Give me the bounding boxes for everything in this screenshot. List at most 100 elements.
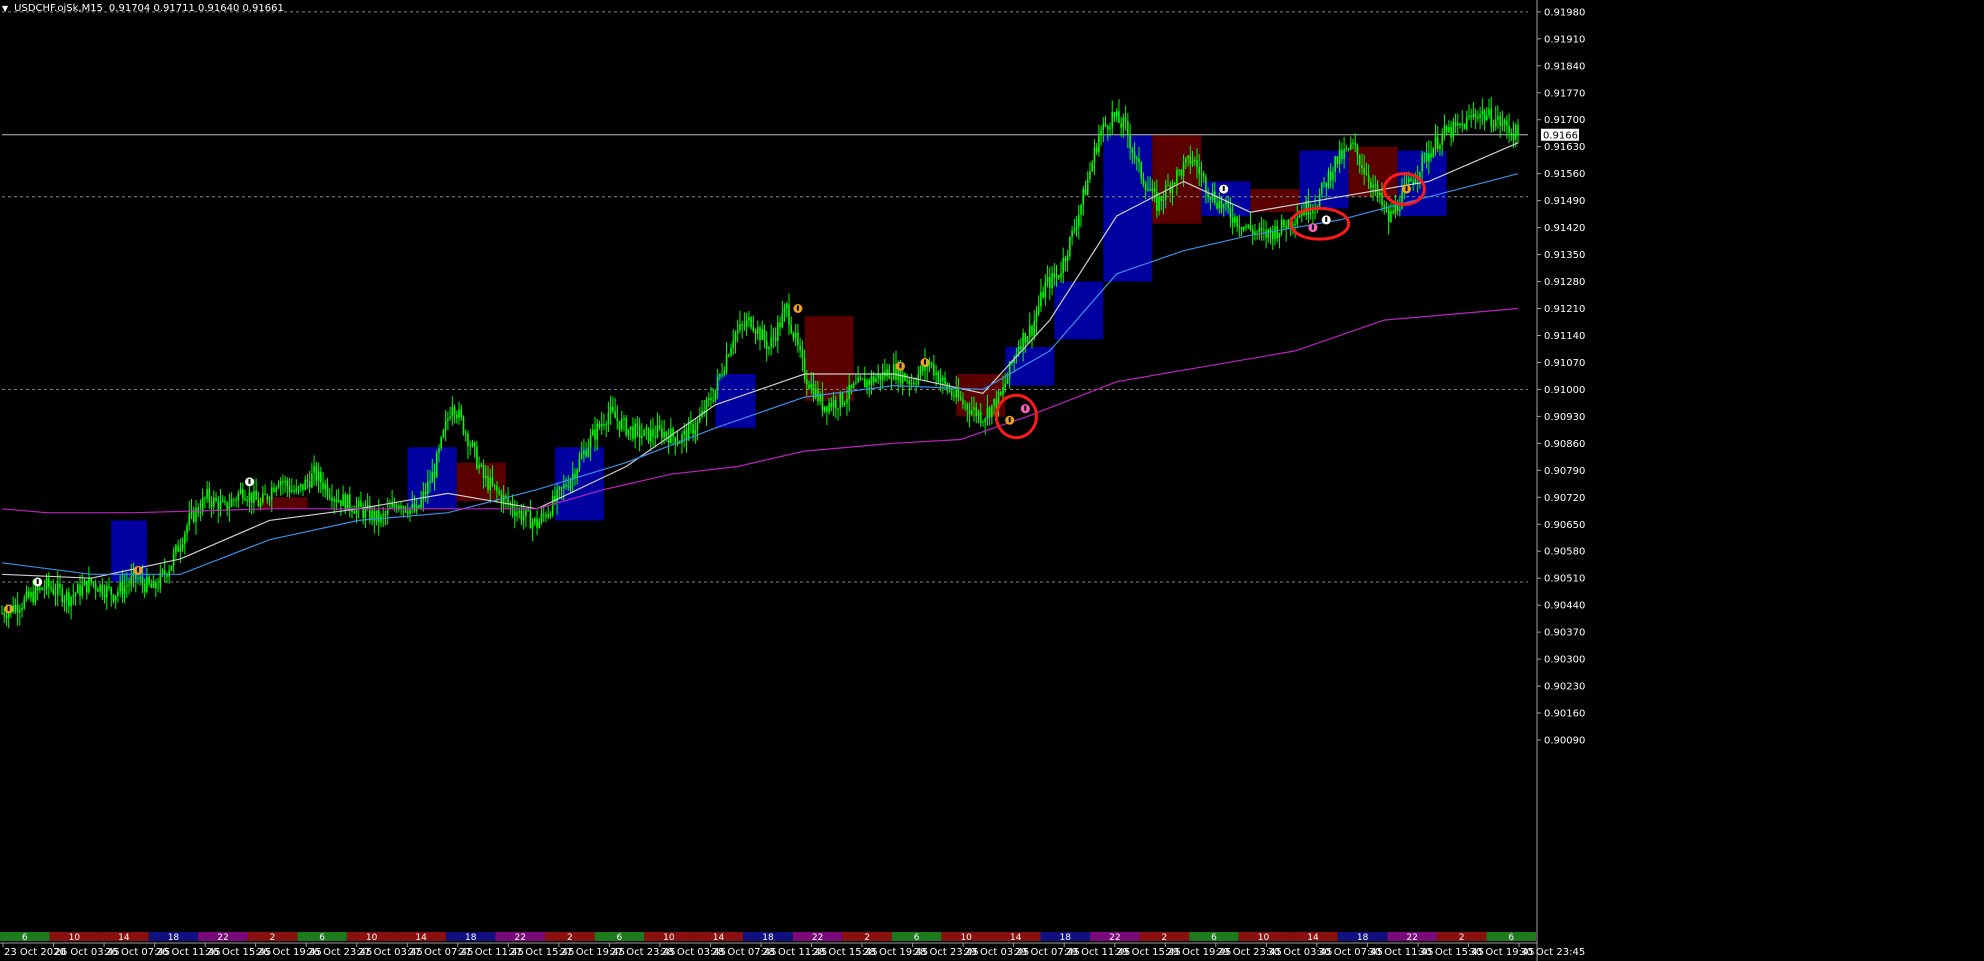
candle — [930, 361, 933, 369]
candle — [1242, 226, 1245, 233]
candle — [357, 496, 360, 519]
candle-body — [1098, 135, 1100, 153]
candle — [1485, 106, 1488, 122]
candle — [284, 475, 286, 493]
candle-body — [612, 406, 614, 412]
hour-label: 22 — [1406, 933, 1417, 943]
candle-body — [933, 363, 935, 376]
candle-body — [1162, 199, 1165, 201]
candle — [157, 577, 159, 593]
candle-body — [534, 518, 536, 522]
candle-body — [50, 587, 52, 590]
candle-body — [155, 581, 157, 589]
candle — [1448, 120, 1450, 134]
candle-body — [707, 397, 710, 400]
candle — [861, 377, 864, 380]
candle — [1497, 105, 1499, 129]
candle-body — [806, 379, 808, 385]
candle-body — [569, 480, 572, 488]
candle — [224, 496, 226, 506]
session-box — [456, 462, 506, 502]
candle-body — [328, 495, 331, 498]
candle-body — [304, 479, 306, 490]
marker-notch — [1405, 186, 1408, 192]
candle-body — [1459, 123, 1461, 126]
hour-label: 10 — [960, 933, 972, 943]
candle-body — [736, 330, 739, 334]
candle — [320, 466, 322, 494]
candle-body — [99, 584, 101, 592]
candle-body — [72, 595, 75, 597]
candle-body — [1367, 174, 1370, 182]
candle-body — [97, 589, 99, 592]
candle — [97, 586, 99, 592]
candle-body — [103, 594, 106, 598]
candle-body — [710, 397, 712, 401]
candle — [652, 417, 654, 447]
marker-notch — [1024, 405, 1027, 411]
candle-body — [794, 332, 797, 338]
candle-body — [429, 481, 431, 483]
candle — [204, 496, 206, 509]
candle — [1269, 226, 1272, 245]
candle — [536, 510, 538, 536]
candle-body — [1263, 229, 1265, 231]
candle — [237, 490, 240, 509]
candle-body — [92, 582, 95, 584]
candle — [1049, 267, 1051, 301]
candle — [888, 363, 891, 379]
price-tick-label: 0.91630 — [1544, 142, 1585, 153]
price-chart[interactable]: 0.91980 0.91910 0.91840 0.91770 0.91700 0.916… — [0, 0, 1984, 961]
candle-body — [121, 581, 124, 595]
candle — [170, 565, 173, 572]
hour-label: 10 — [1258, 933, 1270, 943]
candle-body — [348, 494, 351, 509]
candle — [375, 510, 378, 526]
hour-label: 2 — [1162, 933, 1168, 943]
candle — [210, 496, 213, 518]
candle-body — [1040, 291, 1042, 307]
candle-body — [587, 448, 590, 457]
candle-body — [1082, 189, 1085, 205]
candle-body — [179, 548, 182, 552]
candle-body — [1363, 167, 1365, 174]
candle — [732, 329, 735, 355]
candles — [1, 96, 1519, 629]
candle-body — [210, 501, 213, 507]
candle-body — [1274, 226, 1276, 240]
candle-body — [382, 514, 385, 516]
hour-label: 18 — [168, 933, 180, 943]
candle-body — [1488, 108, 1490, 116]
candle — [627, 428, 630, 440]
candle-body — [663, 431, 665, 438]
candle-body — [1153, 188, 1156, 192]
candle — [777, 315, 779, 353]
candle-body — [618, 420, 621, 430]
candle — [449, 406, 451, 421]
candle — [667, 428, 670, 455]
candle-body — [1390, 211, 1392, 222]
session-box — [715, 374, 756, 428]
candle-body — [1182, 162, 1185, 176]
candle-body — [268, 499, 271, 501]
candle-body — [208, 489, 211, 502]
candle-body — [1327, 171, 1330, 188]
candle — [1064, 255, 1067, 272]
candle — [781, 300, 784, 329]
candle — [348, 486, 351, 518]
candle — [1454, 113, 1457, 134]
candle-body — [1187, 155, 1189, 159]
candle-body — [1283, 219, 1285, 227]
hour-label: 6 — [1508, 933, 1514, 943]
hour-label: 18 — [762, 933, 774, 943]
candle-body — [1450, 127, 1452, 138]
candle-body — [583, 450, 585, 455]
candle — [641, 423, 643, 446]
candle-body — [808, 384, 810, 389]
candle — [1265, 220, 1267, 249]
candle — [389, 499, 391, 510]
candle — [1089, 162, 1091, 183]
candle — [788, 293, 790, 335]
candle-body — [1254, 231, 1256, 235]
candle-body — [1421, 154, 1423, 172]
